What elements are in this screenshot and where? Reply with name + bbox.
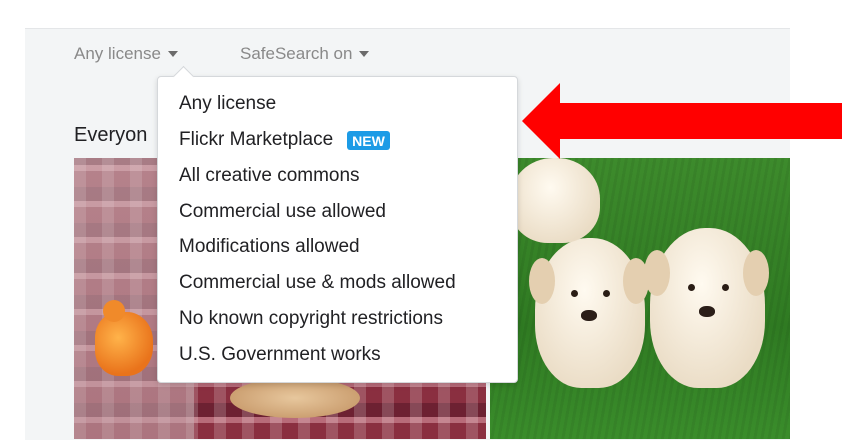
caret-down-icon: [359, 51, 370, 57]
new-badge: NEW: [347, 130, 390, 150]
menu-item-label: Commercial use & mods allowed: [179, 272, 456, 293]
menu-item-commercial-use-mods-allowed[interactable]: Commercial use & mods allowed: [179, 272, 456, 294]
menu-item-commercial-use-allowed[interactable]: Commercial use allowed: [179, 201, 386, 223]
menu-item-all-creative-commons[interactable]: All creative commons: [179, 165, 360, 187]
menu-item-label: No known copyright restrictions: [179, 308, 443, 329]
red-arrow-icon: [522, 83, 842, 159]
menu-item-label: Flickr Marketplace: [179, 129, 334, 150]
menu-item-label: U.S. Government works: [179, 344, 381, 365]
menu-item-label: Modifications allowed: [179, 236, 360, 257]
safesearch-filter-label: SafeSearch on: [240, 44, 353, 63]
menu-item-modifications-allowed[interactable]: Modifications allowed: [179, 236, 360, 258]
puppy-image: [529, 238, 649, 388]
license-filter-label: Any license: [74, 44, 161, 63]
toy-pig-image: [95, 300, 153, 376]
safesearch-filter[interactable]: SafeSearch on: [240, 44, 370, 64]
section-title: Everyon: [74, 124, 148, 146]
menu-item-label: Commercial use allowed: [179, 201, 386, 222]
menu-item-label: Any license: [179, 93, 277, 114]
cat-image: [230, 378, 360, 418]
menu-item-any-license[interactable]: Any license: [179, 93, 276, 115]
license-filter[interactable]: Any license: [74, 44, 178, 64]
caret-down-icon: [167, 51, 178, 57]
puppy-image: [510, 158, 600, 243]
menu-item-label: All creative commons: [179, 165, 360, 186]
photo-thumbnail-puppies[interactable]: [490, 158, 790, 439]
menu-item-no-known-copyright[interactable]: No known copyright restrictions: [179, 308, 443, 330]
menu-item-flickr-marketplace[interactable]: Flickr Marketplace NEW: [179, 129, 390, 151]
license-dropdown-menu: Any license Flickr Marketplace NEW All c…: [157, 65, 518, 383]
menu-item-us-government-works[interactable]: U.S. Government works: [179, 344, 381, 366]
puppy-image: [644, 228, 769, 388]
